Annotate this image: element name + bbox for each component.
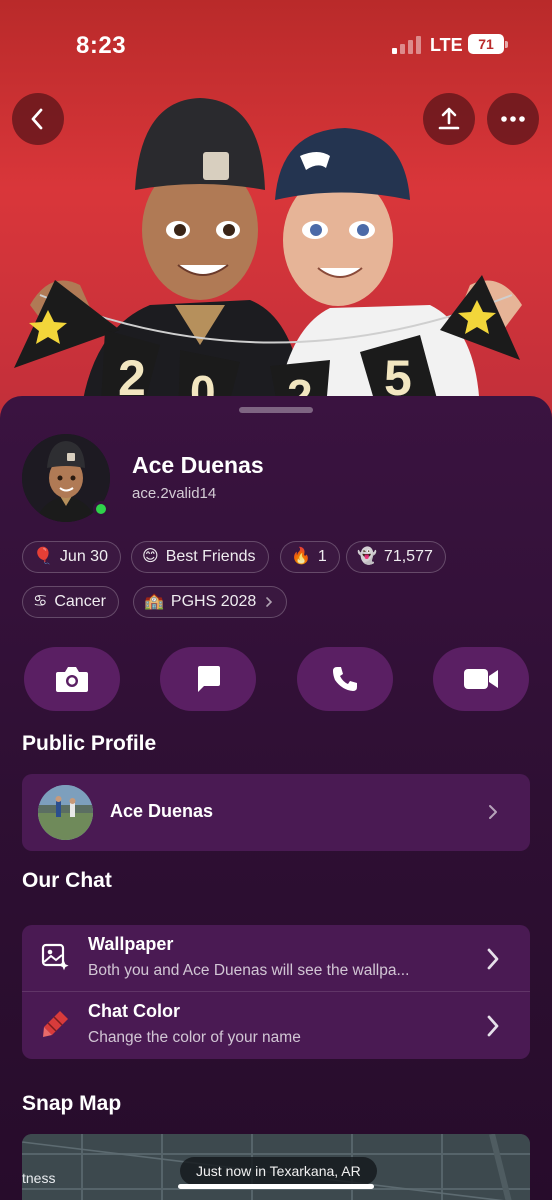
birthday-chip[interactable]: 🎈 Jun 30 xyxy=(22,541,121,573)
chip-label: Jun 30 xyxy=(59,548,108,565)
video-call-button[interactable] xyxy=(433,647,529,711)
chevron-right-icon xyxy=(487,948,499,970)
camera-button[interactable] xyxy=(24,647,120,711)
crayon-icon xyxy=(43,1011,68,1037)
zodiac-cancer-icon: ♋ xyxy=(33,593,48,610)
public-profile-card[interactable]: Ace Duenas xyxy=(22,774,530,851)
public-profile-heading: Public Profile xyxy=(22,732,157,755)
home-indicator[interactable] xyxy=(178,1184,374,1189)
snapscore-chip[interactable]: 👻 71,577 xyxy=(346,541,446,573)
our-chat-heading: Our Chat xyxy=(22,869,112,892)
call-button[interactable] xyxy=(297,647,393,711)
school-chip[interactable]: 🏫 PGHS 2028 xyxy=(133,586,288,618)
zodiac-chip[interactable]: ♋ Cancer xyxy=(22,586,119,618)
chevron-right-icon xyxy=(489,805,497,819)
fire-icon: 🔥 xyxy=(291,548,311,565)
our-chat-card: Wallpaper Both you and Ace Duenas will s… xyxy=(22,925,530,1059)
bitmoji-friendship-illustration: 2 0 2 5 xyxy=(14,98,522,420)
chip-label: 1 xyxy=(317,548,327,565)
sheet-drag-handle[interactable] xyxy=(239,407,313,413)
profile-hero: 8:23 LTE 71 2 0 2 5 xyxy=(0,0,552,420)
online-status-indicator xyxy=(93,501,109,517)
balloon-icon: 🎈 xyxy=(33,548,53,565)
wallpaper-subtitle: Both you and Ace Duenas will see the wal… xyxy=(88,962,410,979)
location-status-pill: Just now in Texarkana, AR xyxy=(180,1157,377,1185)
streak-chip[interactable]: 🔥 1 xyxy=(280,541,340,573)
wallpaper-title: Wallpaper xyxy=(88,934,174,954)
public-profile-thumbnail xyxy=(38,785,93,840)
snap-map-heading: Snap Map xyxy=(22,1092,122,1115)
battery-icon: 71 xyxy=(468,34,508,54)
display-name: Ace Duenas xyxy=(132,452,264,478)
video-icon xyxy=(464,669,498,689)
chat-color-subtitle: Change the color of your name xyxy=(88,1029,301,1046)
username: ace.2valid14 xyxy=(132,485,217,502)
chat-color-title: Chat Color xyxy=(88,1001,180,1021)
signal-icon xyxy=(392,36,422,54)
profile-sheet: Ace Duenas ace.2valid14 🎈 Jun 30 😊 Best … xyxy=(0,396,552,1200)
chip-label: PGHS 2028 xyxy=(170,593,257,610)
smile-icon: 😊 xyxy=(142,548,159,565)
wallpaper-row[interactable]: Wallpaper Both you and Ace Duenas will s… xyxy=(22,925,530,992)
chat-color-row[interactable]: Chat Color Change the color of your name xyxy=(22,992,530,1059)
chip-label: Best Friends xyxy=(165,548,256,565)
map-place-label: tness xyxy=(22,1170,56,1186)
friendship-chip[interactable]: 😊 Best Friends xyxy=(131,541,269,573)
camera-icon xyxy=(56,667,88,692)
chip-label: 71,577 xyxy=(383,548,433,565)
school-icon: 🏫 xyxy=(144,593,164,610)
chevron-right-icon xyxy=(266,597,273,607)
network-type: LTE xyxy=(430,35,463,55)
chip-label: Cancer xyxy=(54,593,106,610)
wallpaper-sparkle-icon xyxy=(41,943,69,971)
status-time: 8:23 xyxy=(76,32,127,59)
phone-icon xyxy=(333,667,357,691)
snap-map-preview[interactable]: tness Just now in Texarkana, AR xyxy=(22,1134,530,1200)
status-bar: 8:23 LTE 71 xyxy=(0,0,552,90)
ghost-icon: 👻 xyxy=(357,548,377,565)
chat-icon xyxy=(198,666,220,692)
chat-button[interactable] xyxy=(160,647,256,711)
public-profile-name: Ace Duenas xyxy=(110,801,214,821)
chevron-right-icon xyxy=(487,1015,499,1037)
